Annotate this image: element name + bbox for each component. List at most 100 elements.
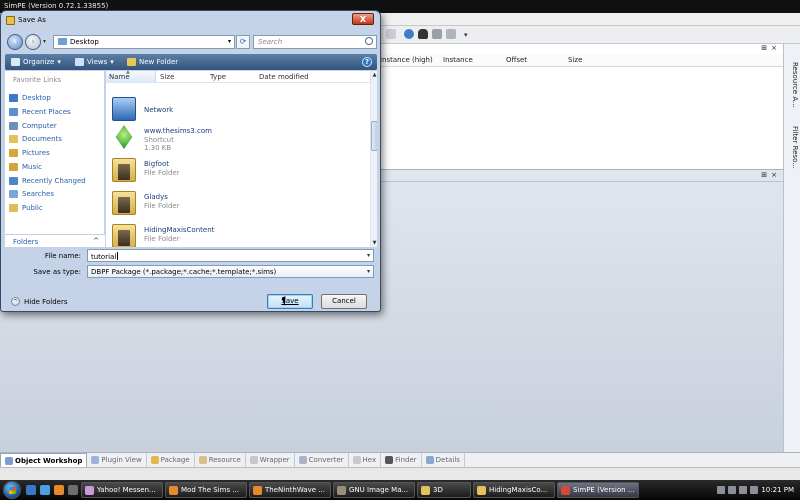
scroll-up-icon[interactable]: ▲ [371,72,377,78]
list-item[interactable]: Bigfoot File Folder [110,156,365,186]
tab-label: Converter [308,456,344,464]
tab-wrapper[interactable]: Wrapper [246,453,295,467]
file-name: www.thesims3.com [144,127,212,135]
firefox-icon[interactable] [54,485,64,495]
nav-item-pictures[interactable]: Pictures [9,149,50,157]
tab-converter[interactable]: Converter [295,453,349,467]
desktop-icon [58,38,67,45]
taskbar-item-label: 3D [433,486,443,494]
scroll-down-icon[interactable]: ▼ [371,240,377,246]
cancel-button[interactable]: Cancel [321,294,367,309]
nav-item-recent-places[interactable]: Recent Places [9,108,71,116]
column-header[interactable]: Offset [506,56,527,64]
pin-icon[interactable]: ⊞ [761,171,767,181]
forward-button[interactable]: › [25,34,41,50]
vertical-scrollbar[interactable]: ▲ ▼ [370,71,377,247]
tab-object-workshop[interactable]: Object Workshop [0,453,88,467]
nav-item-desktop[interactable]: Desktop [9,94,51,102]
network-tray-icon[interactable] [717,486,726,494]
address-path: Desktop [70,38,99,46]
column-header-type[interactable]: Type [210,73,226,81]
messenger-tray-icon[interactable] [739,486,748,494]
tab-resource[interactable]: Resource [195,453,246,467]
chevron-down-icon[interactable]: ▾ [367,268,370,275]
nav-item-label: Searches [22,190,55,198]
taskbar-item-label: SimPE (Version ... [573,486,635,494]
tab-details[interactable]: Details [422,453,465,467]
views-label: Views [87,58,108,66]
nav-item-recently-changed[interactable]: Recently Changed [9,177,86,185]
tab-package[interactable]: Package [147,453,195,467]
toolbar-overflow-icon[interactable]: ▾ [464,31,468,39]
clock[interactable]: 10:21 PM [761,486,794,494]
nav-item-public[interactable]: Public [9,204,43,212]
taskbar-item[interactable]: 3D [417,482,471,498]
chevron-down-icon[interactable]: ▾ [367,252,370,259]
taskbar-item[interactable]: GNU Image Ma... [333,482,415,498]
tab-hex[interactable]: Hex [349,453,382,467]
security-tray-icon[interactable] [750,486,759,494]
nav-item-label: Desktop [22,94,51,102]
side-tab-filter[interactable]: Filter Reso... [786,126,799,169]
chevron-down-icon[interactable]: ▾ [228,38,231,45]
list-item[interactable]: www.thesims3.com Shortcut 1.30 KB [110,123,365,153]
save-toolbar-icon[interactable] [386,29,396,39]
address-bar[interactable]: Desktop ▾ [53,35,235,49]
refresh-button[interactable]: ⟳ [236,35,250,49]
new-folder-button[interactable]: New Folder [127,58,178,66]
column-header-date-modified[interactable]: Date modified [259,73,309,81]
nav-item-computer[interactable]: Computer [9,122,57,130]
file-name: Gladys [144,193,168,201]
side-tab-resource[interactable]: Resource A... [786,62,799,108]
nav-item-label: Recently Changed [22,177,86,185]
nav-item-music[interactable]: Music [9,163,42,171]
help-icon[interactable]: ? [362,57,372,67]
pin-icon[interactable]: ⊞ [761,44,767,54]
taskbar-item-active[interactable]: SimPE (Version ... [557,482,639,498]
switch-windows-icon[interactable] [40,485,50,495]
volume-tray-icon[interactable] [728,486,737,494]
list-item[interactable]: Network [110,95,365,125]
save-type-select[interactable]: DBPF Package (*.package;*.cache;*.templa… [87,265,374,278]
close-icon[interactable]: × [771,44,777,54]
file-type: File Folder [144,202,180,210]
searches-icon [9,190,18,198]
column-header-name[interactable]: Name ▲ [106,71,156,82]
save-type-label: Save as type: [33,268,81,276]
column-header[interactable]: Size [568,56,582,64]
start-button[interactable] [3,481,21,499]
back-button[interactable]: ‹ [7,34,23,50]
list-item[interactable]: Gladys File Folder [110,189,365,219]
nav-item-documents[interactable]: Documents [9,135,62,143]
tab-finder[interactable]: Finder [381,453,422,467]
quicklaunch-icon[interactable] [68,485,78,495]
column-header[interactable]: Instance (high) [380,56,433,64]
nav-item-searches[interactable]: Searches [9,190,54,198]
tab-plugin-view[interactable]: Plugin View [87,453,147,467]
search-input[interactable]: Search [253,35,377,49]
taskbar-item[interactable]: Yahoo! Messen... [81,482,163,498]
column-header[interactable]: Instance [443,56,473,64]
refresh-toolbar-icon[interactable] [404,29,414,39]
file-name-field[interactable]: tutorial ▾ [87,249,374,262]
dialog-footer: ^ Hide Folders Save Cancel [5,294,377,311]
organize-button[interactable]: Organize ▾ [11,58,61,66]
scrollbar-thumb[interactable] [371,121,377,151]
column-header-size[interactable]: Size [160,73,174,81]
close-button[interactable]: X [352,13,374,25]
taskbar-item[interactable]: TheNinthWave ... [249,482,331,498]
folders-toggle[interactable]: Folders ^ [5,234,105,247]
save-fields: File name: tutorial ▾ Save as type: DBPF… [5,249,377,285]
tools-toolbar-icon[interactable] [432,29,442,39]
show-desktop-icon[interactable] [26,485,36,495]
recent-pages-dropdown-icon[interactable]: ▾ [43,38,46,45]
taskbar-item[interactable]: Mod The Sims ... [165,482,247,498]
list-item[interactable]: HidingMaxisContent File Folder [110,222,365,247]
taskbar-item[interactable]: HidingMaxisCo... [473,482,555,498]
taskbar: Yahoo! Messen... Mod The Sims ... TheNin… [0,480,800,500]
delete-toolbar-icon[interactable] [446,29,456,39]
close-icon[interactable]: × [771,171,777,181]
views-button[interactable]: Views ▾ [75,58,114,66]
hide-folders-button[interactable]: ^ Hide Folders [11,297,67,306]
hat-toolbar-icon[interactable] [418,29,428,39]
